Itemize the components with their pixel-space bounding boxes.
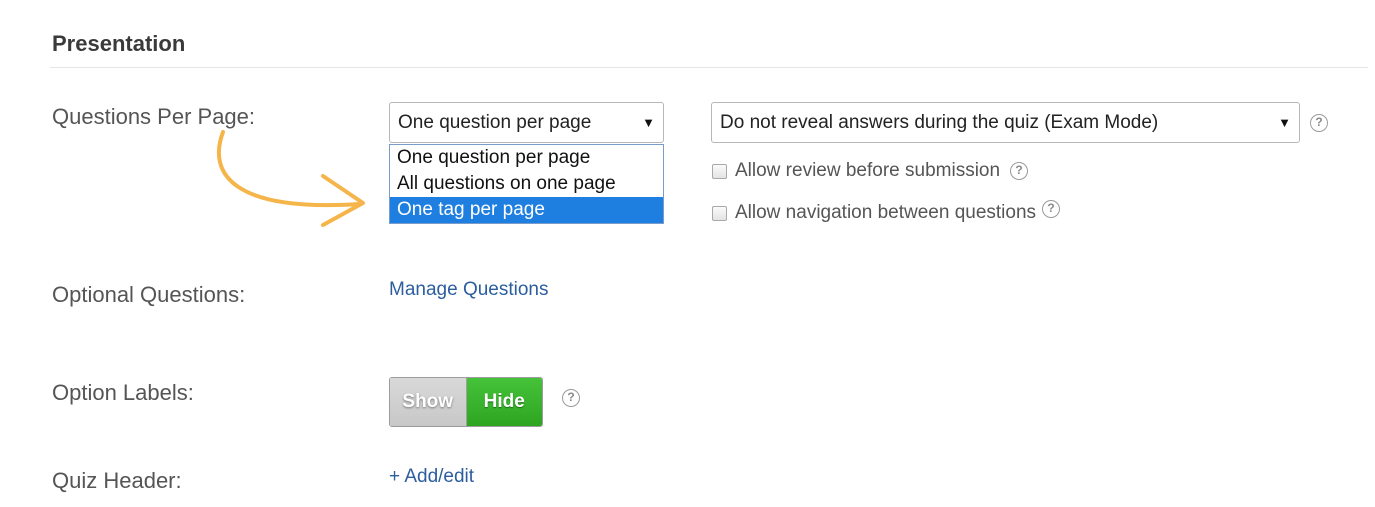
dropdown-option-one-tag[interactable]: One tag per page xyxy=(390,197,663,223)
allow-review-checkbox[interactable] xyxy=(712,163,727,179)
help-icon[interactable]: ? xyxy=(1042,200,1061,218)
allow-navigation-checkbox[interactable] xyxy=(712,205,727,221)
help-icon[interactable]: ? xyxy=(562,389,580,407)
help-icon[interactable]: ? xyxy=(1010,162,1029,180)
option-labels-toggle: Show Hide xyxy=(389,377,543,427)
chevron-down-icon: ▼ xyxy=(642,115,655,130)
allow-navigation-label: Allow navigation between questions xyxy=(735,202,1037,223)
dropdown-option-one-question[interactable]: One question per page xyxy=(390,145,663,171)
divider xyxy=(50,67,1368,68)
reveal-mode-value: Do not reveal answers during the quiz (E… xyxy=(720,111,1159,133)
section-title: Presentation xyxy=(52,31,186,56)
optional-questions-label: Optional Questions: xyxy=(52,282,246,307)
dropdown-option-all-questions[interactable]: All questions on one page xyxy=(390,171,663,197)
allow-review-option[interactable]: Allow review before submission ? xyxy=(712,160,1029,182)
questions-per-page-select[interactable]: One question per page ▼ xyxy=(389,102,664,143)
reveal-mode-select[interactable]: Do not reveal answers during the quiz (E… xyxy=(711,102,1300,143)
quiz-header-label: Quiz Header: xyxy=(52,468,182,493)
questions-per-page-value: One question per page xyxy=(398,111,592,133)
allow-navigation-option[interactable]: Allow navigation between questions ? xyxy=(712,200,1061,224)
chevron-down-icon: ▼ xyxy=(1278,115,1291,130)
add-edit-link[interactable]: + Add/edit xyxy=(389,466,474,488)
option-labels-label: Option Labels: xyxy=(52,380,194,405)
manage-questions-link[interactable]: Manage Questions xyxy=(389,279,549,301)
questions-per-page-dropdown: One question per page All questions on o… xyxy=(389,144,664,224)
curved-arrow-icon xyxy=(217,130,365,227)
hide-button[interactable]: Hide xyxy=(466,378,542,426)
help-icon[interactable]: ? xyxy=(1310,114,1328,132)
questions-per-page-label: Questions Per Page: xyxy=(52,104,256,129)
allow-review-label: Allow review before submission xyxy=(735,160,1001,181)
show-button[interactable]: Show xyxy=(390,378,467,426)
